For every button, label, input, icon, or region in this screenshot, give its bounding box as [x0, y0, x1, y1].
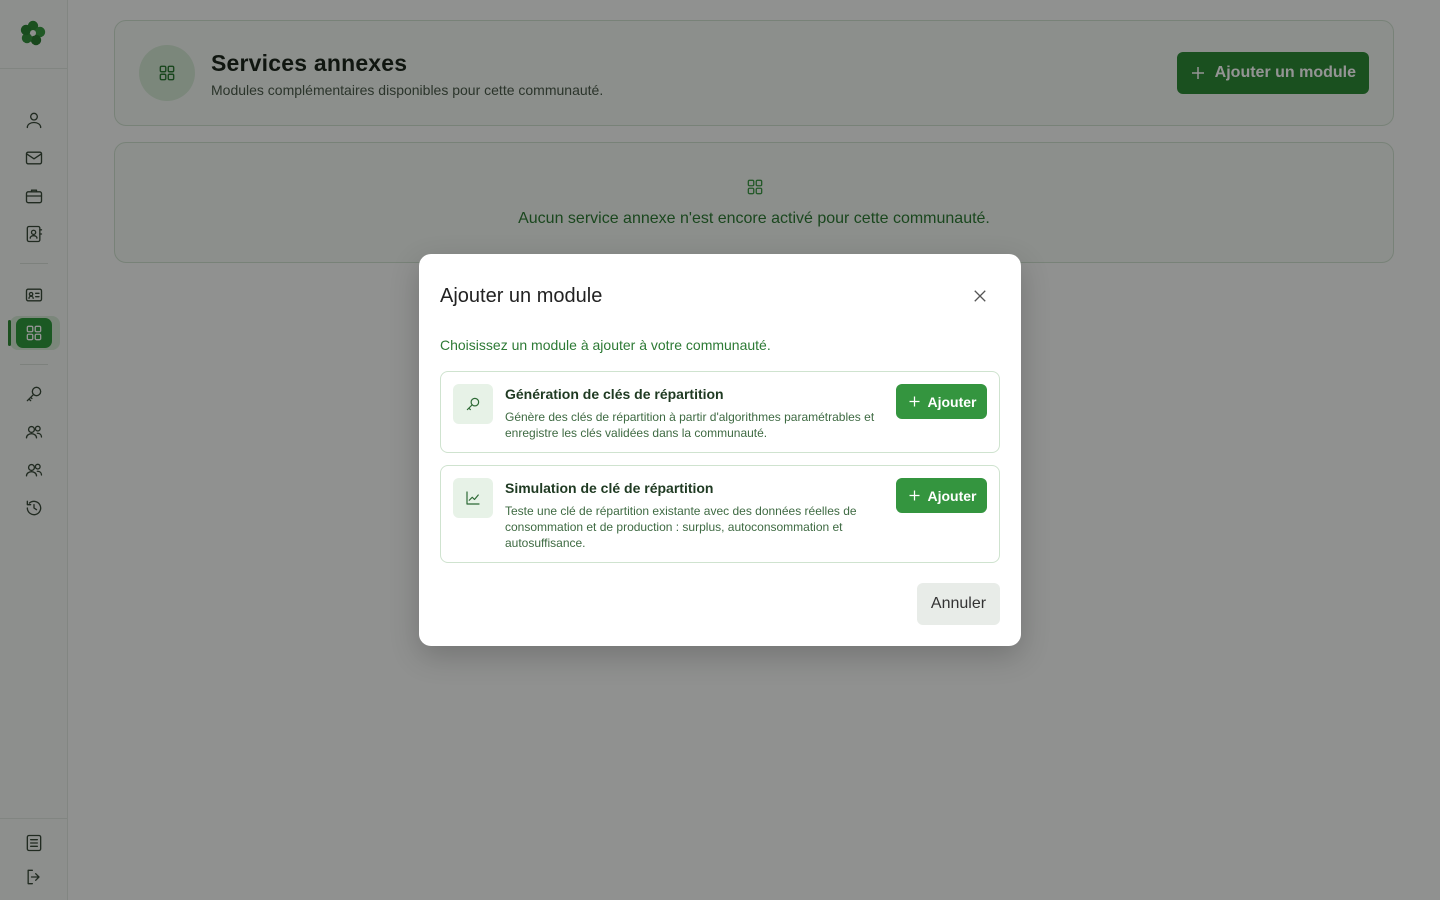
cancel-button[interactable]: Annuler [917, 583, 1000, 625]
dialog-title: Ajouter un module [440, 285, 603, 307]
dialog-description: Choisissez un module à ajouter à votre c… [440, 337, 771, 353]
close-icon [974, 290, 986, 302]
add-module-dialog: Ajouter un module Choisissez un module à… [419, 254, 1021, 646]
plus-icon [909, 490, 919, 501]
close-button[interactable] [969, 285, 991, 307]
key-icon [453, 384, 493, 424]
add-button-label: Ajouter [927, 487, 977, 504]
module-description: Génère des clés de répartition à partir … [505, 410, 875, 440]
add-button-label: Ajouter [927, 393, 977, 410]
chart-line-icon [453, 478, 493, 518]
add-key-generation-button[interactable]: Ajouter [896, 384, 987, 419]
plus-icon [909, 396, 919, 407]
module-card-key-generation: Génération de clés de répartition Génère… [440, 371, 1000, 453]
module-description: Teste une clé de répartition existante a… [505, 504, 857, 550]
module-title: Simulation de clé de répartition [505, 480, 714, 496]
add-key-simulation-button[interactable]: Ajouter [896, 478, 987, 513]
module-title: Génération de clés de répartition [505, 386, 724, 402]
module-card-key-simulation: Simulation de clé de répartition Teste u… [440, 465, 1000, 563]
